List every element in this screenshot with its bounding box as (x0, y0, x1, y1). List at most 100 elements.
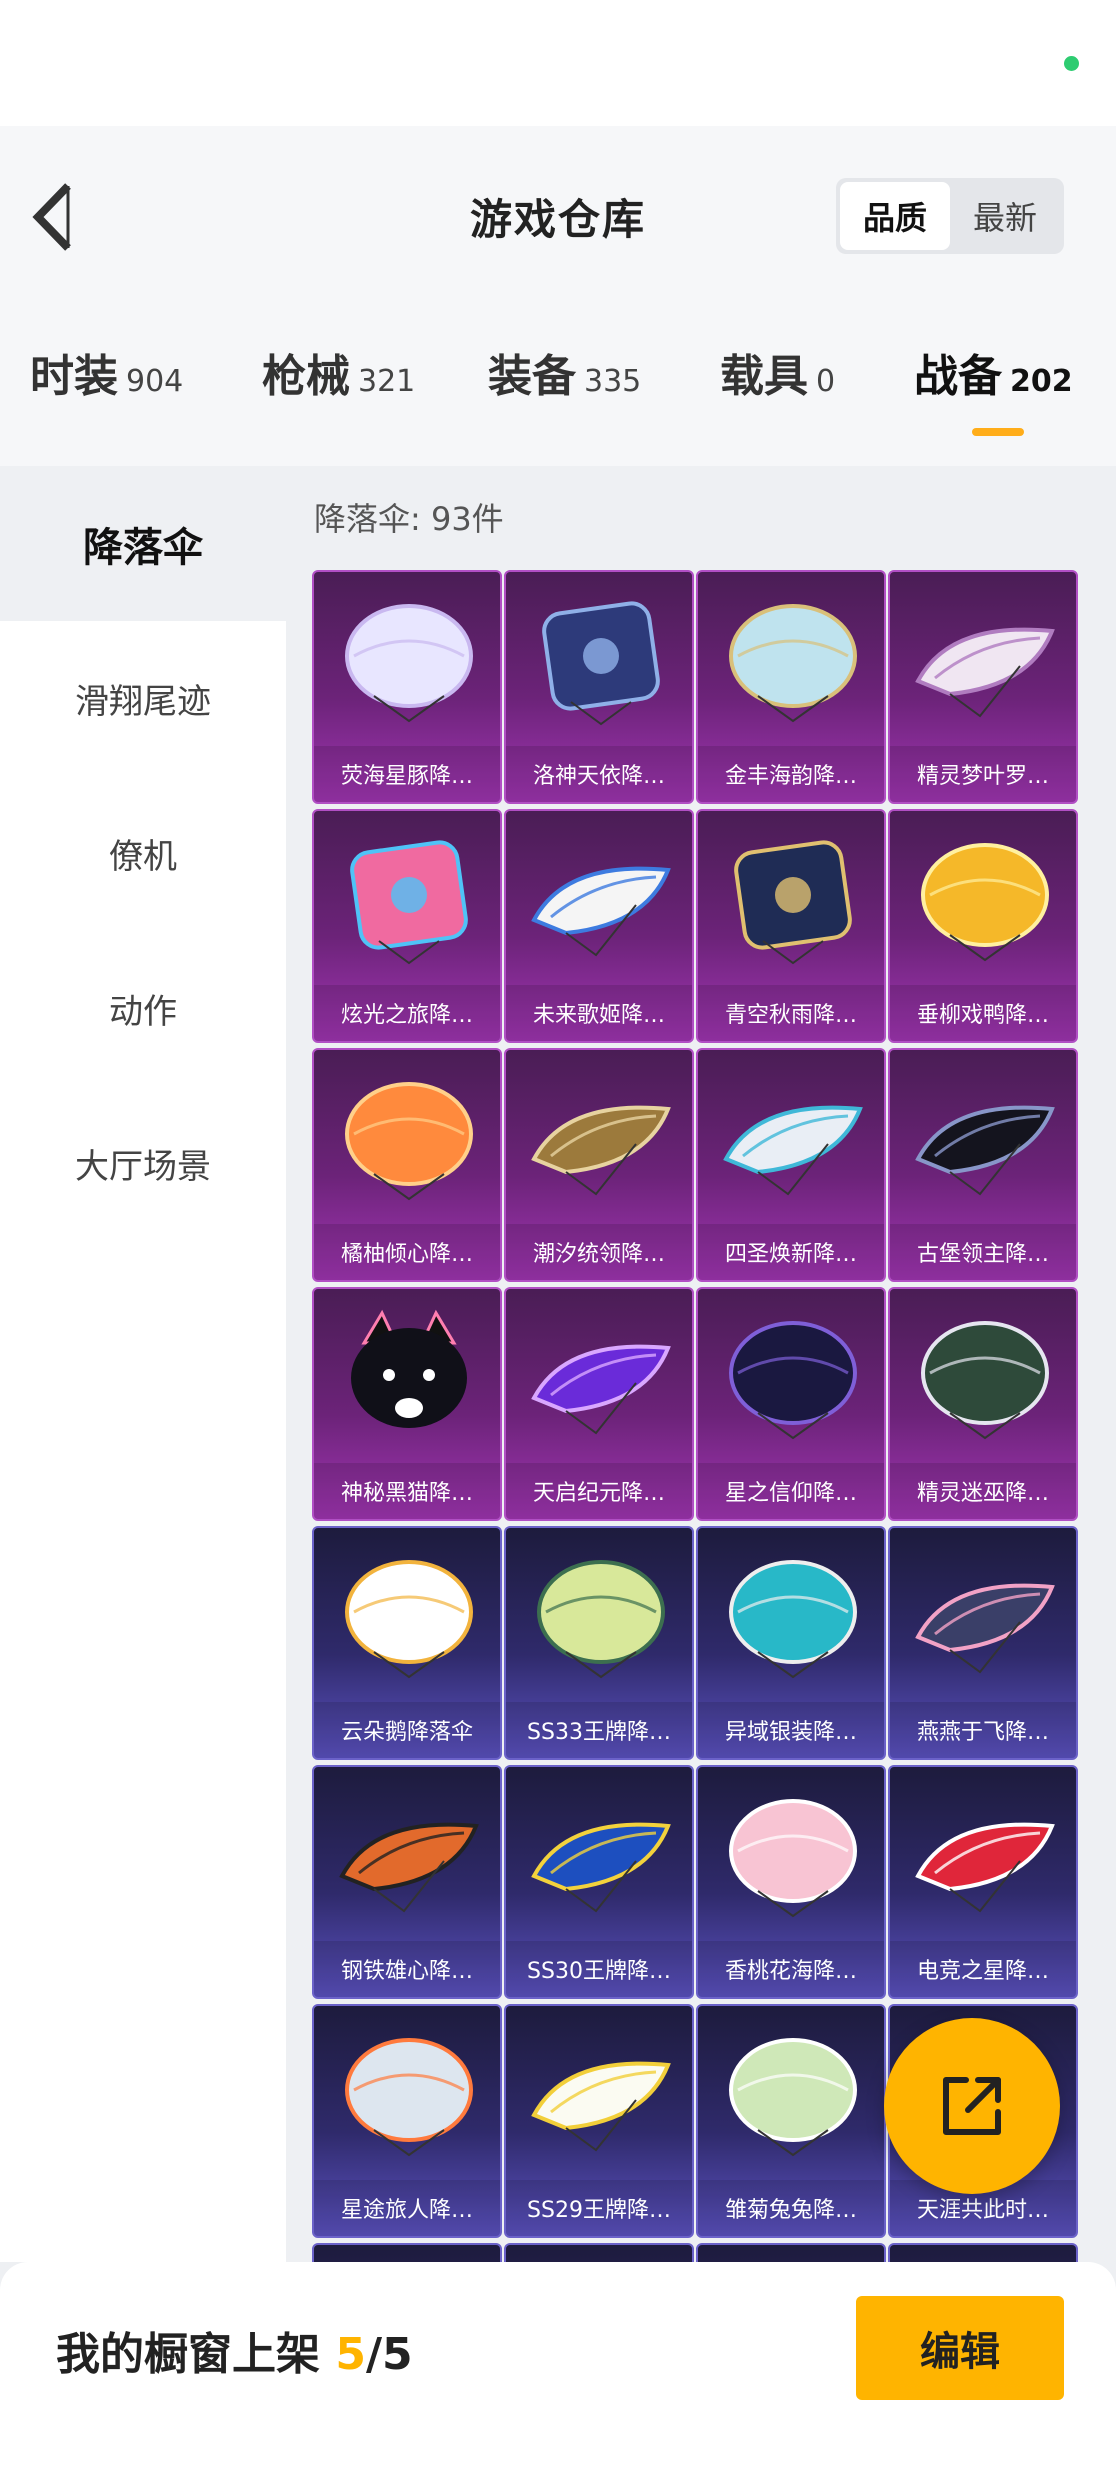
parachute-name-text: 炫光之旅降… (340, 1003, 473, 1028)
parachute-card[interactable] (888, 2243, 1078, 2262)
tab-count: 904 (126, 364, 184, 399)
parachute-name: 神秘黑猫降… (314, 1463, 500, 1519)
sidebar-item-glide-trail[interactable]: 滑翔尾迹 (0, 621, 286, 776)
parachute-name: 燕燕于飞降… (890, 1702, 1076, 1758)
parachute-card[interactable]: 潮汐统领降… (504, 1048, 694, 1282)
parachute-image (729, 1799, 857, 1918)
tab-count: 0 (816, 364, 836, 399)
parachute-name: 橘柚倾心降… (314, 1224, 500, 1280)
sort-newest-option[interactable]: 最新 (950, 182, 1060, 250)
tab-label: 装备 (488, 351, 576, 402)
showcase-label: 我的橱窗上架 (56, 2329, 320, 2380)
parachute-card[interactable]: SS33王牌降… (504, 1526, 694, 1760)
tab-fashion[interactable]: 时装 904 (30, 340, 183, 440)
parachute-card[interactable]: SS30王牌降… (504, 1765, 694, 1999)
parachute-name: 潮汐统领降… (506, 1224, 692, 1280)
parachute-card[interactable]: 垂柳戏鸭降… (888, 809, 1078, 1043)
parachute-card[interactable]: 青空秋雨降… (696, 809, 886, 1043)
parachute-card[interactable]: 荧海星豚降… (312, 570, 502, 804)
parachute-card[interactable]: 橘柚倾心降… (312, 1048, 502, 1282)
parachute-name-text: 青空秋雨降… (724, 1003, 857, 1028)
parachute-name: SS30王牌降… (506, 1941, 692, 1997)
parachute-card[interactable]: 星之信仰降… (696, 1287, 886, 1521)
tab-label: 战备 (914, 351, 1002, 402)
edit-button[interactable]: 编辑 (856, 2296, 1064, 2400)
showcase-count: 5 (335, 2329, 366, 2380)
parachute-name-text: 洛神天依降… (532, 764, 665, 789)
parachute-card[interactable]: 雏菊兔兔降… (696, 2004, 886, 2238)
parachute-name-text: 云朵鹅降落伞 (340, 1720, 473, 1745)
parachute-image (531, 2061, 671, 2152)
parachute-card[interactable]: 燕燕于飞降… (888, 1526, 1078, 1760)
parachute-card[interactable]: 云朵鹅降落伞 (312, 1526, 502, 1760)
parachute-image (915, 627, 1055, 718)
parachute-card[interactable]: 金丰海韵降… (696, 570, 886, 804)
parachute-name: 天启纪元降… (506, 1463, 692, 1519)
parachute-name-text: 橘柚倾心降… (340, 1242, 473, 1267)
parachute-name: 异域银装降… (698, 1702, 884, 1758)
parachute-name-text: 精灵迷巫降… (916, 1481, 1049, 1506)
parachute-name-text: 电竞之星降… (916, 1959, 1049, 1984)
parachute-image (542, 601, 660, 726)
tab-equipment[interactable]: 装备 335 (488, 340, 641, 440)
parachute-name-text: 雏菊兔兔降… (724, 2198, 857, 2223)
sidebar-item-wingman[interactable]: 僚机 (0, 776, 286, 931)
tab-count: 202 (1010, 364, 1073, 399)
parachute-name-text: 垂柳戏鸭降… (916, 1003, 1049, 1028)
parachute-image (915, 1583, 1055, 1674)
parachute-card[interactable]: 星途旅人降… (312, 2004, 502, 2238)
sidebar-item-parachute[interactable]: 降落伞 (0, 466, 286, 621)
parachute-name-text: 神秘黑猫降… (340, 1481, 473, 1506)
parachute-card[interactable]: 神秘黑猫降… (312, 1287, 502, 1521)
parachute-name: 钢铁雄心降… (314, 1941, 500, 1997)
parachute-name-text: 荧海星豚降… (340, 764, 473, 789)
parachute-image (531, 1344, 671, 1435)
parachute-card[interactable]: 天启纪元降… (504, 1287, 694, 1521)
parachute-card[interactable]: 异域银装降… (696, 1526, 886, 1760)
parachute-card[interactable]: 炫光之旅降… (312, 809, 502, 1043)
sort-toggle[interactable]: 品质 最新 (836, 178, 1064, 254)
parachute-name: 云朵鹅降落伞 (314, 1702, 500, 1758)
parachute-name-text: 星途旅人降… (340, 2198, 473, 2223)
parachute-name-text: 未来歌姬降… (532, 1003, 665, 1028)
parachute-card[interactable] (312, 2243, 502, 2262)
parachute-image (531, 1822, 671, 1913)
parachute-card[interactable]: 钢铁雄心降… (312, 1765, 502, 1999)
parachute-name: 四圣焕新降… (698, 1224, 884, 1280)
sort-quality-option[interactable]: 品质 (840, 182, 950, 250)
external-link-icon (943, 2077, 1001, 2135)
parachute-card[interactable]: 香桃花海降… (696, 1765, 886, 1999)
parachute-card[interactable]: SS29王牌降… (504, 2004, 694, 2238)
parachute-card[interactable]: 电竞之星降… (888, 1765, 1078, 1999)
parachute-name: SS33王牌降… (506, 1702, 692, 1758)
parachute-card[interactable] (696, 2243, 886, 2262)
tab-weapons[interactable]: 枪械 321 (262, 340, 415, 440)
parachute-card[interactable] (504, 2243, 694, 2262)
tab-combat-gear[interactable]: 战备 202 (914, 340, 1073, 440)
parachute-card[interactable]: 洛神天依降… (504, 570, 694, 804)
parachute-name: 青空秋雨降… (698, 985, 884, 1041)
parachute-name-text: 星之信仰降… (724, 1481, 857, 1506)
parachute-name-text: 异域银装降… (724, 1720, 857, 1745)
parachute-name-text: 潮汐统领降… (532, 1242, 665, 1267)
sidebar-item-emote[interactable]: 动作 (0, 931, 286, 1086)
parachute-image (921, 1321, 1049, 1440)
parachute-card[interactable]: 四圣焕新降… (696, 1048, 886, 1282)
parachute-card[interactable]: 精灵梦叶罗… (888, 570, 1078, 804)
parachute-card[interactable]: 精灵迷巫降… (888, 1287, 1078, 1521)
parachute-image (345, 1560, 473, 1679)
share-button[interactable] (884, 2018, 1060, 2194)
parachute-card[interactable]: 未来歌姬降… (504, 809, 694, 1043)
tab-vehicles[interactable]: 载具 0 (720, 340, 835, 440)
parachute-name: 荧海星豚降… (314, 746, 500, 802)
parachute-name: 垂柳戏鸭降… (890, 985, 1076, 1041)
parachute-card[interactable]: 古堡领主降… (888, 1048, 1078, 1282)
parachute-name-text: 天启纪元降… (532, 1481, 665, 1506)
parachute-name-text: 钢铁雄心降… (340, 1959, 473, 1984)
parachute-name: 电竞之星降… (890, 1941, 1076, 1997)
parachute-name-text: 四圣焕新降… (724, 1242, 857, 1267)
sidebar-item-lobby-scene[interactable]: 大厅场景 (0, 1086, 286, 1241)
parachute-image (729, 604, 857, 723)
parachute-name: 精灵梦叶罗… (890, 746, 1076, 802)
parachute-name: 金丰海韵降… (698, 746, 884, 802)
